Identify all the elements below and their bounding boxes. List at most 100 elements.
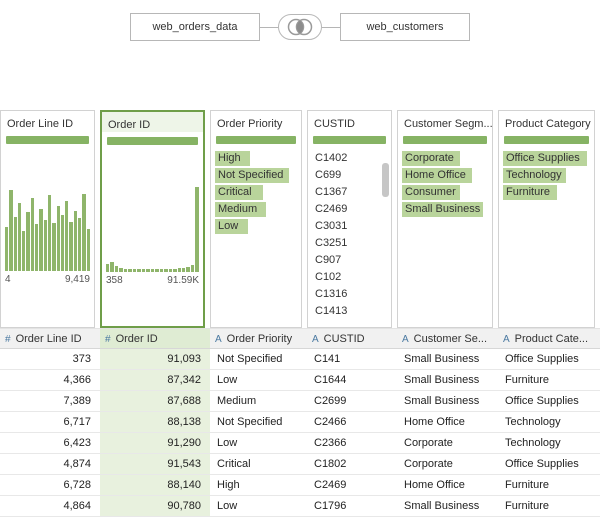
grid-cell[interactable]: Not Specified	[210, 348, 307, 370]
list-item[interactable]: C102	[308, 269, 391, 286]
field-summary-bar[interactable]	[107, 137, 198, 145]
column-header[interactable]: # Order ID	[100, 328, 210, 349]
histogram-bar[interactable]	[65, 201, 69, 271]
grid-cell[interactable]: Furniture	[498, 474, 600, 496]
histogram-bar[interactable]	[195, 187, 199, 272]
grid-cell[interactable]: Office Supplies	[498, 348, 600, 370]
histogram-bar[interactable]	[30, 197, 35, 271]
histogram-bar[interactable]	[86, 228, 90, 271]
column-header[interactable]: # Order Line ID	[0, 328, 100, 349]
field-title[interactable]: CUSTID	[308, 111, 391, 131]
histogram-bar[interactable]	[114, 266, 119, 272]
join-icon[interactable]	[278, 14, 322, 40]
grid-cell[interactable]: C1796	[307, 495, 397, 517]
histogram-bar[interactable]	[56, 206, 60, 271]
histogram-bar[interactable]	[47, 195, 52, 271]
histogram-bar[interactable]	[177, 267, 181, 272]
field-title[interactable]: Product Category	[499, 111, 594, 131]
histogram-bar[interactable]	[155, 268, 159, 272]
grid-cell[interactable]: Low	[210, 495, 307, 517]
histogram-bar[interactable]	[168, 268, 173, 272]
profile-card[interactable]: CUSTID C1402 C699 C1367 C2469 C3031 C3251 C907 C…	[307, 110, 392, 328]
grid-cell[interactable]: Corporate	[397, 453, 498, 475]
histogram-bar[interactable]	[26, 211, 30, 271]
grid-cell[interactable]: C1644	[307, 369, 397, 391]
value-row[interactable]: Home Office	[400, 167, 490, 184]
value-row[interactable]: Furniture	[501, 184, 592, 201]
grid-cell[interactable]: Office Supplies	[498, 453, 600, 475]
histogram-bar[interactable]	[39, 208, 43, 271]
grid-cell[interactable]: Furniture	[498, 495, 600, 517]
grid-cell[interactable]: 7,389	[0, 390, 100, 412]
grid-cell[interactable]: 4,874	[0, 453, 100, 475]
scrollbar-thumb[interactable]	[382, 163, 389, 197]
grid-cell[interactable]: Small Business	[397, 348, 498, 370]
field-title[interactable]: Customer Segm...	[398, 111, 492, 131]
field-summary-bar[interactable]	[216, 136, 296, 144]
histogram-bar[interactable]	[119, 267, 123, 272]
grid-cell[interactable]: 87,342	[100, 369, 210, 391]
list-item[interactable]: C907	[308, 252, 391, 269]
value-row[interactable]: Corporate	[400, 150, 490, 167]
value-row[interactable]: Medium	[213, 201, 299, 218]
grid-cell[interactable]: 90,780	[100, 495, 210, 517]
grid-cell[interactable]: C2466	[307, 411, 397, 433]
grid-cell[interactable]: Small Business	[397, 495, 498, 517]
field-summary-bar[interactable]	[6, 136, 89, 144]
grid-cell[interactable]: 6,717	[0, 411, 100, 433]
flow-table-right[interactable]: web_customers	[340, 13, 470, 41]
grid-cell[interactable]: Not Specified	[210, 411, 307, 433]
value-row[interactable]: Critical	[213, 184, 299, 201]
grid-cell[interactable]: 88,140	[100, 474, 210, 496]
column-header[interactable]: A Product Cate...	[498, 328, 600, 349]
grid-cell[interactable]: Small Business	[397, 390, 498, 412]
value-row[interactable]: Low	[213, 218, 299, 235]
histogram-bar[interactable]	[164, 268, 168, 272]
histogram-bar[interactable]	[106, 264, 110, 272]
flow-table-left[interactable]: web_orders_data	[130, 13, 260, 41]
grid-cell[interactable]: Small Business	[397, 369, 498, 391]
grid-cell[interactable]: Low	[210, 369, 307, 391]
column-header[interactable]: A Order Priority	[210, 328, 307, 349]
histogram-bar[interactable]	[128, 268, 132, 272]
list-item[interactable]: C1316	[308, 286, 391, 303]
list-item[interactable]: C1413	[308, 303, 391, 320]
grid-cell[interactable]: 87,688	[100, 390, 210, 412]
histogram-bar[interactable]	[5, 226, 9, 271]
histogram-bar[interactable]	[9, 190, 13, 271]
list-item[interactable]: C1402	[308, 150, 391, 167]
field-summary-bar[interactable]	[313, 136, 386, 144]
histogram-bar[interactable]	[13, 217, 17, 271]
grid-cell[interactable]: Technology	[498, 411, 600, 433]
histogram-bar[interactable]	[35, 224, 39, 271]
grid-cell[interactable]: Home Office	[397, 411, 498, 433]
grid-cell[interactable]: High	[210, 474, 307, 496]
grid-cell[interactable]: 91,290	[100, 432, 210, 454]
grid-cell[interactable]: 4,366	[0, 369, 100, 391]
grid-cell[interactable]: C2366	[307, 432, 397, 454]
profile-card[interactable]: Order Line ID 4 9,419	[0, 110, 95, 328]
histogram-bar[interactable]	[78, 218, 82, 271]
value-row[interactable]: Not Specified	[213, 167, 299, 184]
histogram-bar[interactable]	[137, 268, 141, 272]
histogram-bar[interactable]	[69, 221, 73, 271]
grid-cell[interactable]: 88,138	[100, 411, 210, 433]
field-summary-bar[interactable]	[504, 136, 589, 144]
profile-card[interactable]: Customer Segm... Corporate Home Office Cons…	[397, 110, 493, 328]
histogram-bar[interactable]	[60, 214, 65, 271]
list-item[interactable]: C2469	[308, 201, 391, 218]
grid-cell[interactable]: C141	[307, 348, 397, 370]
value-row[interactable]: Office Supplies	[501, 150, 592, 167]
grid-cell[interactable]: 4,864	[0, 495, 100, 517]
list-item[interactable]: C3251	[308, 235, 391, 252]
histogram-bar[interactable]	[181, 267, 186, 272]
histogram-bar[interactable]	[173, 268, 177, 272]
value-row[interactable]: Small Business	[400, 201, 490, 218]
grid-cell[interactable]: C2699	[307, 390, 397, 412]
histogram-bar[interactable]	[186, 266, 190, 272]
histogram-bar[interactable]	[17, 203, 22, 271]
histogram-bar[interactable]	[43, 220, 47, 271]
grid-cell[interactable]: Corporate	[397, 432, 498, 454]
grid-cell[interactable]: 373	[0, 348, 100, 370]
histogram-bar[interactable]	[52, 223, 56, 271]
